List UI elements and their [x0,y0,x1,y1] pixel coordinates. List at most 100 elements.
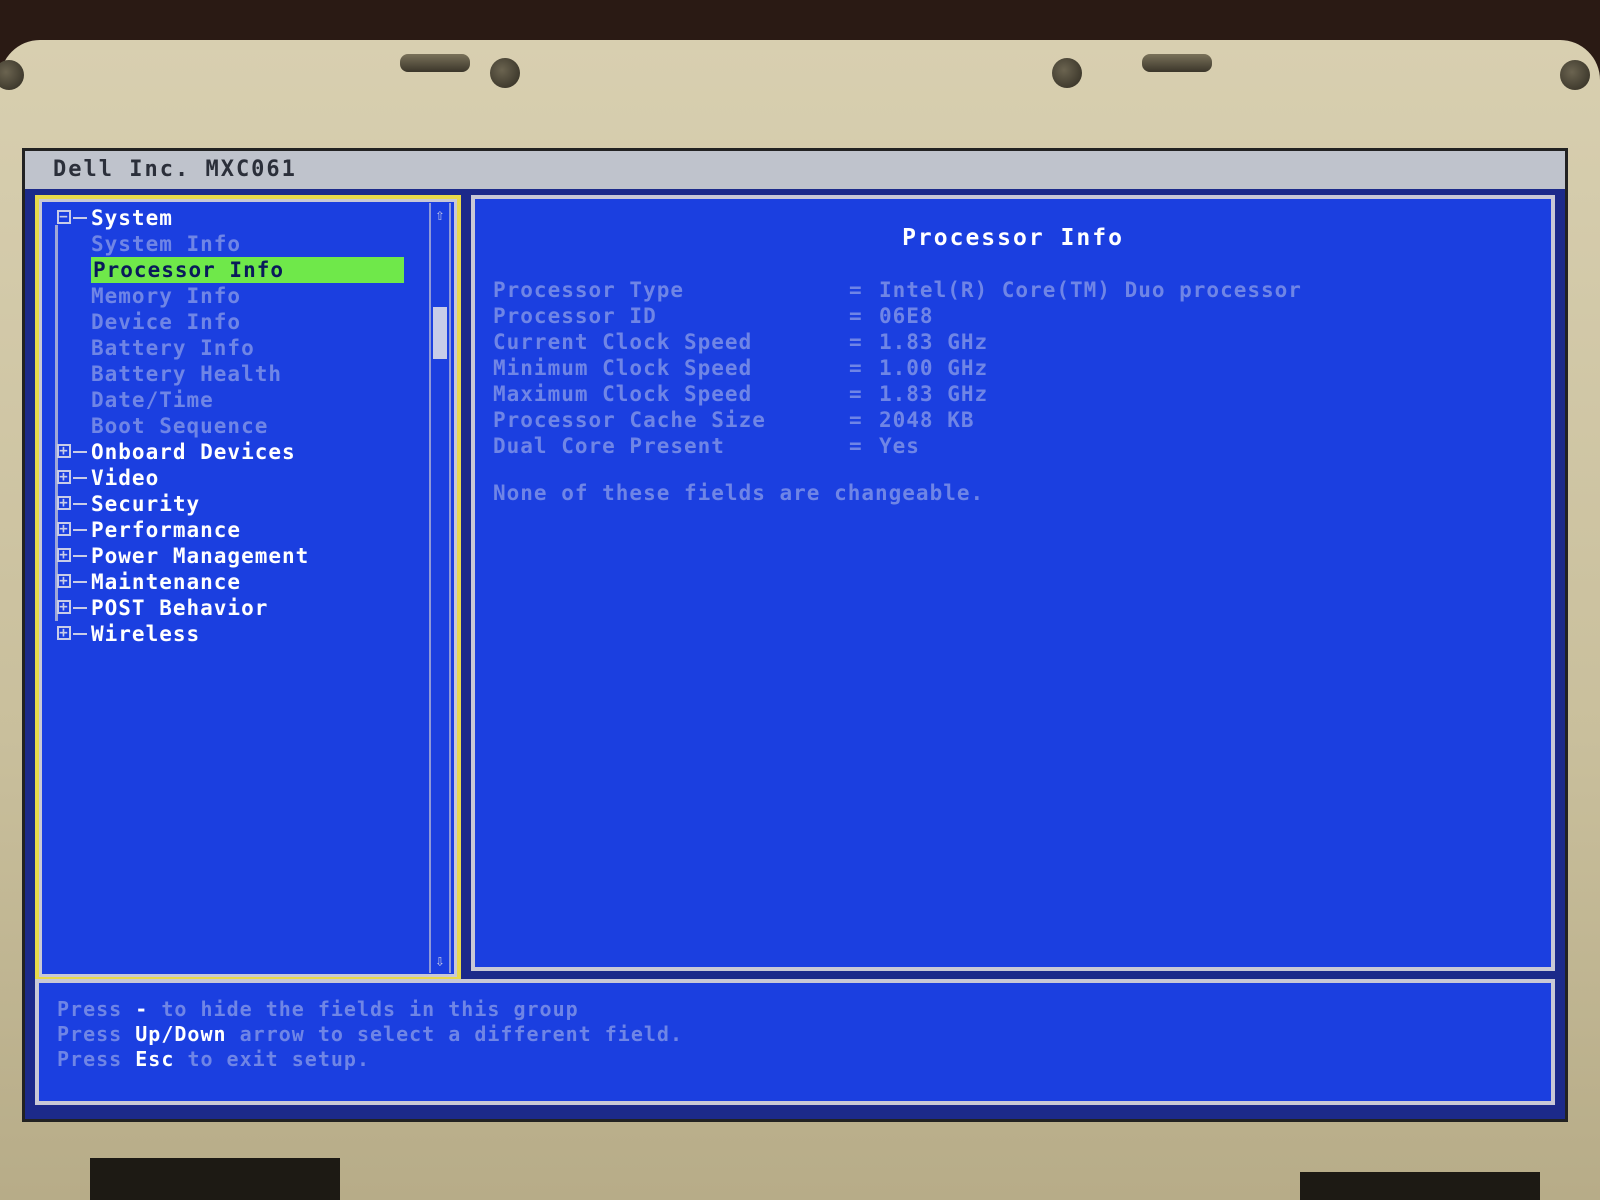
info-row: Processor Cache Size = 2048 KB [493,407,1302,433]
help-text: to exit setup. [187,1047,371,1071]
tree-item[interactable]: + Maintenance [49,569,429,595]
info-rows: Processor Type = Intel(R) Core(TM) Duo pro… [493,277,1302,459]
tree-item-label: Battery Health [91,362,283,386]
info-value: 1.83 GHz [879,330,989,354]
tree-item-label: Processor Info [91,257,405,283]
tree-item[interactable]: System Info [49,231,429,257]
tree-item[interactable]: + Security [49,491,429,517]
expand-icon[interactable]: + [57,522,71,536]
help-prefix: Press [57,1047,123,1071]
tree-item-label: System Info [91,232,242,256]
info-key: Minimum Clock Speed [493,356,753,380]
info-row: Processor Type = Intel(R) Core(TM) Duo pro… [493,277,1302,303]
equals-sign: = [849,304,863,328]
scroll-up-arrow-icon[interactable]: ⇧ [431,205,449,225]
tree-item[interactable]: Battery Info [49,335,429,361]
help-key: - [135,997,149,1021]
info-panel-title: Processor Info [902,225,1124,251]
tree-item[interactable]: Battery Health [49,361,429,387]
equals-sign: = [849,434,863,458]
tree-item[interactable]: Memory Info [49,283,429,309]
tree-item-label: Memory Info [91,284,242,308]
tree-scrollbar[interactable]: ⇧ ⇩ [429,203,451,973]
info-value: 1.83 GHz [879,382,989,406]
tree-item[interactable]: + Onboard Devices [49,439,429,465]
tree-branch-line [73,477,87,479]
help-prefix: Press [57,1022,123,1046]
tree-item-label: Maintenance [91,570,242,594]
settings-tree-panel: − System System Info Processor Info Memory I… [35,195,461,981]
info-row: Processor ID = 06E8 [493,303,1302,329]
settings-tree: − System System Info Processor Info Memory I… [49,205,429,647]
tree-item-label: Device Info [91,310,242,334]
tree-item[interactable]: + Performance [49,517,429,543]
tree-item[interactable]: − System [49,205,429,231]
tree-item[interactable]: Boot Sequence [49,413,429,439]
info-value: 2048 KB [879,408,975,432]
tree-item-label: Battery Info [91,336,255,360]
tree-branch-line [73,555,87,557]
help-text: arrow to select a different field. [239,1022,684,1046]
tree-item[interactable]: Device Info [49,309,429,335]
tree-item[interactable]: + POST Behavior [49,595,429,621]
tree-item-label: Date/Time [91,388,214,412]
tree-item[interactable]: Date/Time [49,387,429,413]
tree-branch-line [73,217,87,219]
tree-item-label: Video [91,466,160,490]
info-row: Minimum Clock Speed = 1.00 GHz [493,355,1302,381]
help-panel: Press - to hide the fields in this group… [35,979,1555,1105]
info-key: Processor Cache Size [493,408,766,432]
info-row: Dual Core Present = Yes [493,433,1302,459]
processor-info-panel: Processor Info Processor Type = Intel(R) C… [471,195,1555,971]
info-key: Processor Type [493,278,685,302]
help-key: Esc [135,1047,175,1071]
bezel-latch [400,54,470,72]
info-key: Dual Core Present [493,434,725,458]
expand-icon[interactable]: + [57,626,71,640]
tree-item[interactable]: + Video [49,465,429,491]
help-line-hide: Press - to hide the fields in this group [57,997,1551,1022]
expand-icon[interactable]: + [57,574,71,588]
help-line-select: Press Up/Down arrow to select a differen… [57,1022,1551,1047]
expand-icon[interactable]: + [57,600,71,614]
tree-item[interactable]: + Power Management [49,543,429,569]
bezel-screw [1560,60,1590,90]
tree-item-label: Boot Sequence [91,414,269,438]
expand-icon[interactable]: + [57,548,71,562]
tree-branch-line [73,451,87,453]
equals-sign: = [849,382,863,406]
info-key: Processor ID [493,304,657,328]
tree-branch-line [73,633,87,635]
tree-item-label: System [91,206,173,230]
tree-item[interactable]: Processor Info [49,257,429,283]
expand-icon[interactable]: + [57,444,71,458]
tree-branch-line [73,607,87,609]
collapse-icon[interactable]: − [57,210,71,224]
tree-item[interactable]: + Wireless [49,621,429,647]
expand-icon[interactable]: + [57,496,71,510]
tree-item-label: POST Behavior [91,596,269,620]
tree-branch-line [73,529,87,531]
expand-icon[interactable]: + [57,470,71,484]
info-value: Intel(R) Core(TM) Duo processor [879,278,1302,302]
help-text: to hide the fields in this group [161,997,579,1021]
equals-sign: = [849,356,863,380]
bezel-latch [1142,54,1212,72]
bezel-brand-plate [90,1158,340,1200]
tree-item-label: Security [91,492,201,516]
bezel-screw [0,60,24,90]
bezel-status-area [1300,1172,1540,1200]
bezel-screw [1052,58,1082,88]
help-prefix: Press [57,997,123,1021]
scroll-thumb[interactable] [433,307,447,359]
info-row: Maximum Clock Speed = 1.83 GHz [493,381,1302,407]
info-value: 06E8 [879,304,934,328]
info-note: None of these fields are changeable. [493,481,985,505]
info-key: Maximum Clock Speed [493,382,753,406]
scroll-down-arrow-icon[interactable]: ⇩ [431,951,449,971]
info-key: Current Clock Speed [493,330,753,354]
equals-sign: = [849,278,863,302]
tree-item-label: Onboard Devices [91,440,296,464]
tree-branch-line [73,581,87,583]
help-key: Up/Down [135,1022,227,1046]
